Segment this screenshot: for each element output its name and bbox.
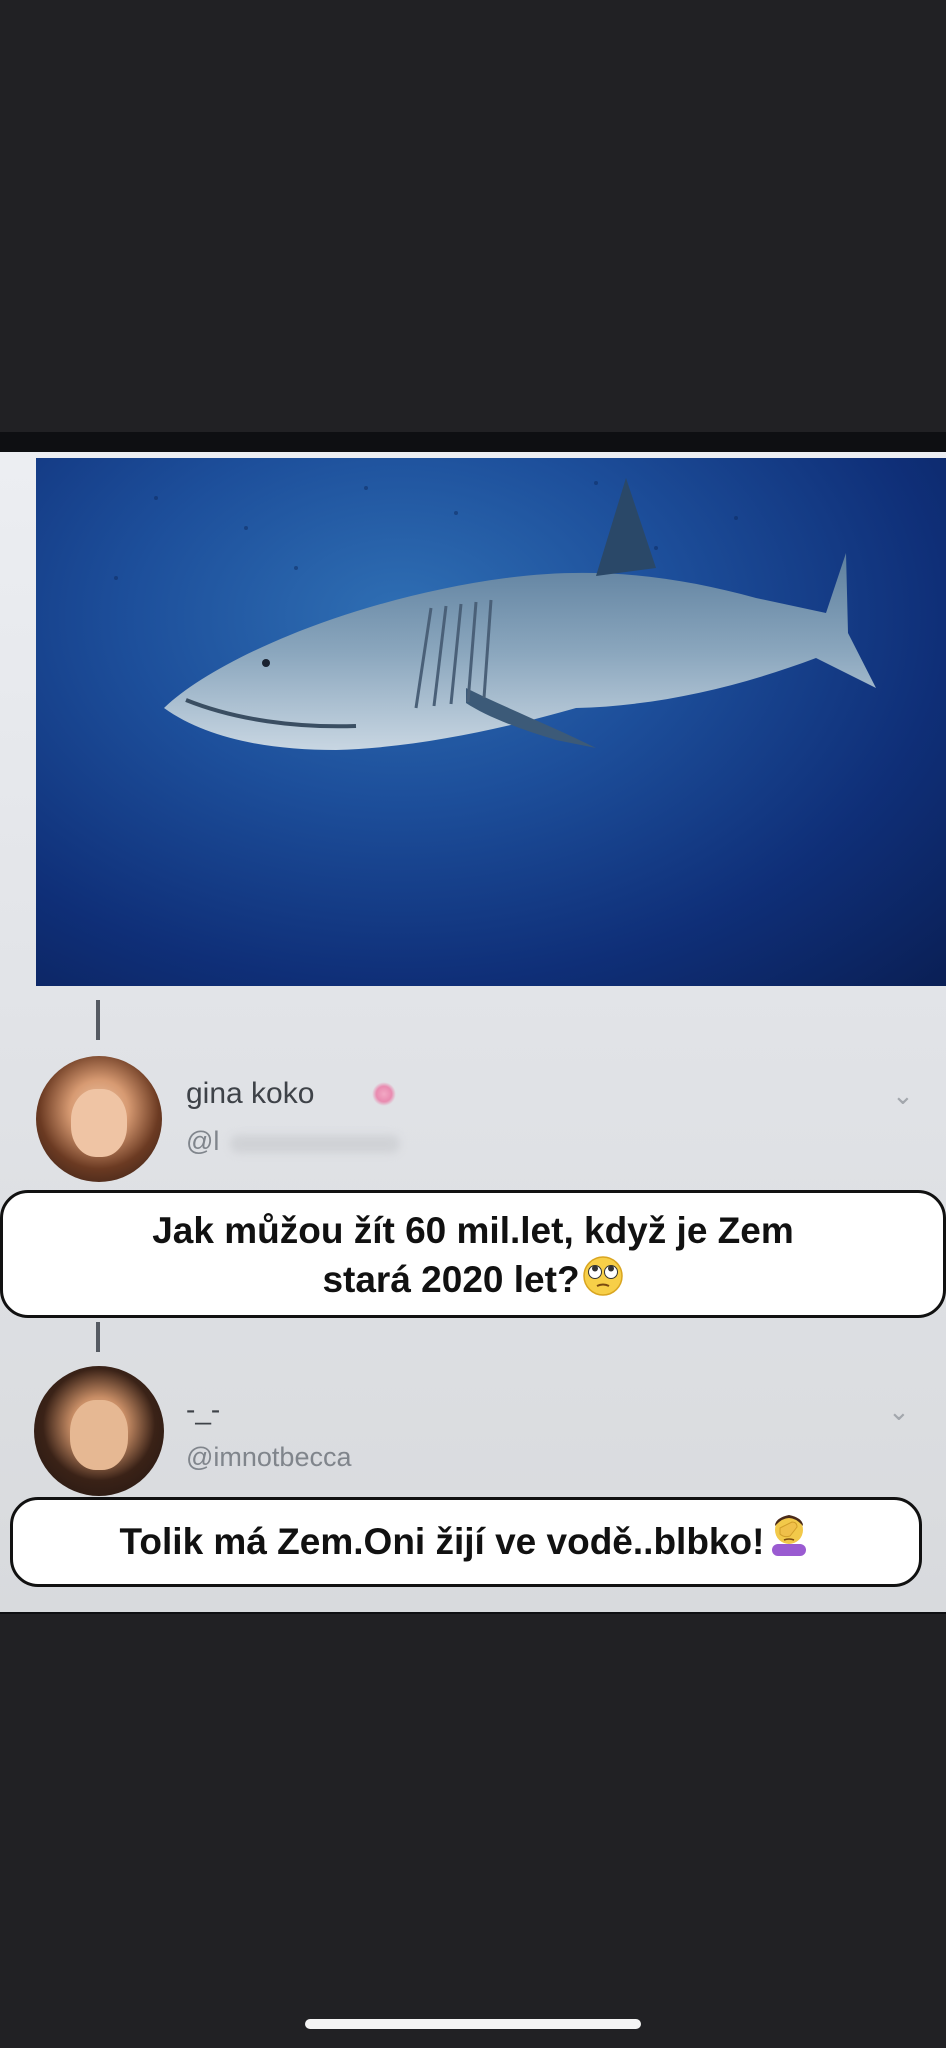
caption-question-line2-row: stará 2020 let?: [3, 1255, 943, 1309]
post2-handle[interactable]: @imnotbecca: [186, 1442, 351, 1473]
flower-icon: [372, 1082, 396, 1106]
chevron-down-icon[interactable]: ⌄: [892, 1080, 914, 1111]
avatar-gina-koko[interactable]: [36, 1056, 162, 1182]
caption-question-line2: stará 2020 let?: [322, 1258, 580, 1300]
caption-reply-text: Tolik má Zem.Oni žijí ve vodě..blbko!: [119, 1521, 765, 1562]
caption-question-line1: Jak můžou žít 60 mil.let, když je Zem: [152, 1210, 794, 1251]
caption-question: Jak můžou žít 60 mil.let, když je Zem st…: [0, 1190, 946, 1318]
home-indicator[interactable]: [305, 2019, 641, 2029]
thread-line-top: [96, 1000, 100, 1040]
shark-photo: [36, 458, 946, 986]
facepalm-emoji-icon: [766, 1502, 812, 1586]
post1-handle[interactable]: @l: [186, 1126, 219, 1157]
avatar-imnotbecca[interactable]: [34, 1366, 164, 1496]
avatar-face: [71, 1088, 127, 1157]
caption-reply: Tolik má Zem.Oni žijí ve vodě..blbko!: [10, 1497, 922, 1587]
shark-illustration: [114, 478, 876, 750]
thread-line-middle: [96, 1322, 100, 1352]
post2-username[interactable]: -_-: [186, 1394, 220, 1426]
post1-username[interactable]: gina koko: [186, 1077, 314, 1111]
handle-redaction: [230, 1135, 400, 1153]
eye-roll-emoji-icon: [582, 1255, 624, 1309]
avatar-face: [70, 1399, 128, 1470]
chevron-down-icon[interactable]: ⌄: [888, 1396, 910, 1427]
